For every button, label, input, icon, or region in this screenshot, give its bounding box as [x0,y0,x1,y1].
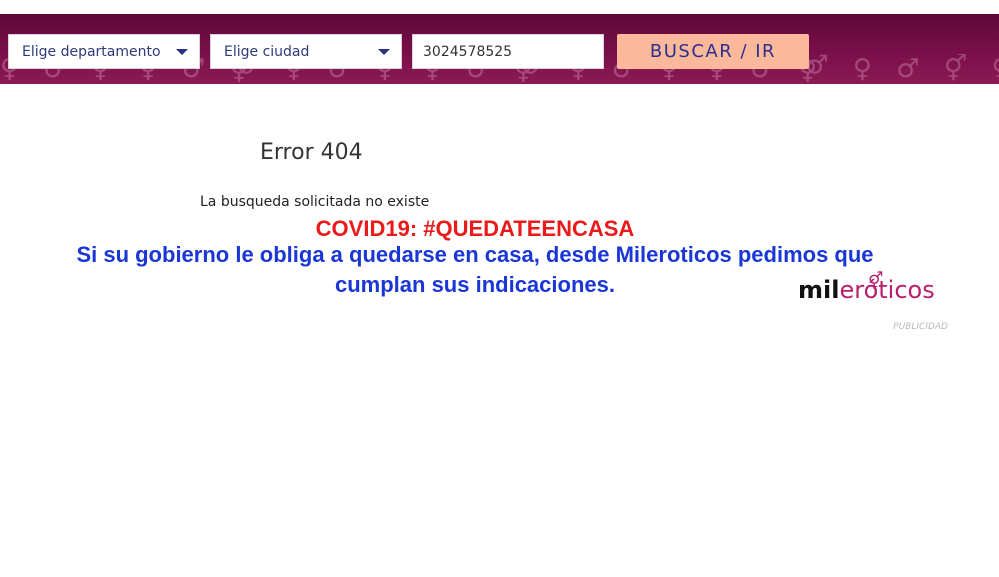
error-title: Error 404 [260,140,363,165]
mileroticos-logo[interactable]: mileróticos [798,276,935,304]
ad-banner[interactable]: mileróticos ⚥ PUBLICIDAD [795,272,955,334]
gender-symbol-icon: ⚥ [868,272,884,292]
caret-down-icon [378,49,390,55]
caret-down-icon [176,49,188,55]
covid-heading: COVID19: #QUEDATEENCASA [315,216,635,241]
city-select[interactable]: Elige ciudad [210,34,402,69]
department-select-label: Elige departamento [22,44,161,60]
department-select[interactable]: Elige departamento [8,34,200,69]
error-description: La busqueda solicitada no existe [200,194,430,210]
covid-notice: Si su gobierno le obliga a quedarse en c… [76,242,874,297]
logo-text-part1: mil [798,276,840,304]
search-input[interactable] [412,34,604,69]
search-button[interactable]: BUSCAR / IR [617,34,809,69]
logo-text-part2: eróticos [839,276,935,304]
city-select-label: Elige ciudad [224,44,310,60]
ad-label: PUBLICIDAD [893,322,948,332]
top-strip [0,0,999,14]
